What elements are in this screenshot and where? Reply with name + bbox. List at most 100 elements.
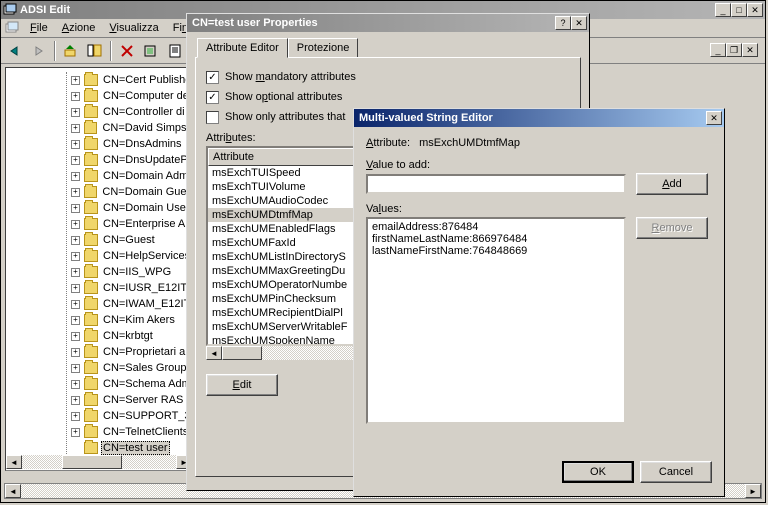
mdi-minimize[interactable]: _ [710, 43, 726, 57]
menu-actions[interactable]: Azione [55, 20, 103, 36]
close-button[interactable]: ✕ [747, 3, 763, 17]
tree-item[interactable]: +CN=Domain Gues [67, 184, 194, 200]
expand-icon[interactable]: + [71, 108, 80, 117]
value-item[interactable]: firstNameLastName:866976484 [370, 233, 622, 245]
expand-icon[interactable]: + [71, 412, 80, 421]
tree-item[interactable]: +CN=Schema Adm [67, 376, 194, 392]
tree-item[interactable]: +CN=Kim Akers [67, 312, 194, 328]
expand-icon[interactable]: + [71, 172, 80, 181]
maximize-button[interactable]: □ [731, 3, 747, 17]
expand-icon[interactable]: + [71, 92, 80, 101]
tree-item[interactable]: +CN=TelnetClients [67, 424, 194, 440]
tree-item[interactable]: +CN=test user [67, 440, 194, 456]
ok-button[interactable]: OK [562, 461, 634, 483]
attribute-item[interactable]: msExchUMRecipientDialPl [208, 306, 372, 320]
attribute-item[interactable]: msExchUMFaxId [208, 236, 372, 250]
close-button[interactable]: ✕ [706, 111, 722, 125]
mdi-restore[interactable]: ❐ [726, 43, 742, 57]
menu-view[interactable]: Visualizza [102, 20, 165, 36]
attribute-item[interactable]: msExchUMMaxGreetingDu [208, 264, 372, 278]
expand-icon[interactable]: + [71, 156, 80, 165]
value-item[interactable]: lastNameFirstName:764848669 [370, 245, 622, 257]
attribute-item[interactable]: msExchUMServerWritableF [208, 320, 372, 334]
attribute-item[interactable]: msExchUMEnabledFlags [208, 222, 372, 236]
expand-icon[interactable]: + [71, 220, 80, 229]
value-item[interactable]: emailAddress:876484 [370, 221, 622, 233]
tab-attribute-editor[interactable]: Attribute Editor [197, 38, 288, 58]
tree-item[interactable]: +CN=Cert Publishe [67, 72, 194, 88]
tab-protection[interactable]: Protezione [288, 38, 359, 57]
tree-item[interactable]: +CN=SUPPORT_3 [67, 408, 194, 424]
tree-item[interactable]: +CN=DnsUpdateP [67, 152, 194, 168]
menu-file[interactable]: File [23, 20, 55, 36]
expand-icon[interactable]: + [71, 188, 80, 197]
scroll-left-icon[interactable]: ◄ [206, 346, 222, 360]
expand-icon[interactable]: + [71, 428, 80, 437]
edit-button[interactable]: Edit [206, 374, 278, 396]
attribute-item[interactable]: msExchUMListInDirectoryS [208, 250, 372, 264]
close-button[interactable]: ✕ [571, 16, 587, 30]
expand-icon[interactable]: + [71, 268, 80, 277]
back-button[interactable] [4, 40, 26, 62]
chk-mandatory[interactable]: ✓ [206, 71, 219, 84]
tree-item[interactable]: +CN=HelpServices [67, 248, 194, 264]
refresh-button[interactable] [140, 40, 162, 62]
expand-icon[interactable]: + [71, 380, 80, 389]
tree-item[interactable]: +CN=IIS_WPG [67, 264, 194, 280]
expand-icon[interactable]: + [71, 124, 80, 133]
chk-optional[interactable]: ✓ [206, 91, 219, 104]
column-header-attribute[interactable]: Attribute [208, 148, 372, 166]
help-button[interactable]: ? [555, 16, 571, 30]
show-tree-button[interactable] [84, 40, 106, 62]
minimize-button[interactable]: _ [715, 3, 731, 17]
cancel-button[interactable]: Cancel [640, 461, 712, 483]
expand-icon[interactable]: + [71, 364, 80, 373]
scroll-thumb[interactable] [222, 346, 262, 360]
tree-item[interactable]: +CN=DnsAdmins [67, 136, 194, 152]
remove-button[interactable]: Remove [636, 217, 708, 239]
tree-item[interactable]: +CN=Computer de [67, 88, 194, 104]
scroll-thumb[interactable] [62, 455, 122, 469]
up-button[interactable] [60, 40, 82, 62]
expand-icon[interactable]: + [71, 76, 80, 85]
tree-item[interactable]: +CN=IWAM_E12IT [67, 296, 194, 312]
scroll-left-icon[interactable]: ◄ [5, 484, 21, 498]
tree-item[interactable]: +CN=Domain Admi [67, 168, 194, 184]
expand-icon[interactable]: + [71, 284, 80, 293]
tree-view[interactable]: +CN=Cert Publishe+CN=Computer de+CN=Cont… [5, 67, 195, 471]
tree-item[interactable]: +CN=IUSR_E12IT [67, 280, 194, 296]
expand-icon[interactable]: + [71, 348, 80, 357]
scroll-left-icon[interactable]: ◄ [6, 455, 22, 469]
expand-icon[interactable]: + [71, 396, 80, 405]
tree-item[interactable]: +CN=David Simpsc [67, 120, 194, 136]
attribute-item[interactable]: msExchTUIVolume [208, 180, 372, 194]
tree-hscrollbar[interactable]: ◄ ► [6, 455, 192, 469]
tree-item[interactable]: +CN=Server RAS [67, 392, 194, 408]
tree-item[interactable]: +CN=Controller di [67, 104, 194, 120]
scroll-right-icon[interactable]: ► [745, 484, 761, 498]
tree-item[interactable]: +CN=Enterprise A [67, 216, 194, 232]
attribute-item[interactable]: msExchUMPinChecksum [208, 292, 372, 306]
forward-button[interactable] [28, 40, 50, 62]
tree-item[interactable]: +CN=Sales Group [67, 360, 194, 376]
attr-hscrollbar[interactable]: ◄ ► [206, 346, 374, 360]
attribute-item[interactable]: msExchUMDtmfMap [208, 208, 372, 222]
chk-only-values[interactable] [206, 111, 219, 124]
expand-icon[interactable]: + [71, 236, 80, 245]
attributes-listbox[interactable]: Attribute msExchTUISpeedmsExchTUIVolume m… [206, 146, 374, 346]
attribute-item[interactable]: msExchTUISpeed [208, 166, 372, 180]
values-listbox[interactable]: emailAddress:876484firstNameLastName:866… [366, 217, 626, 424]
tree-item[interactable]: +CN=Proprietari a [67, 344, 194, 360]
attribute-item[interactable]: msExchUMSpokenName [208, 334, 372, 346]
tree-item[interactable]: +CN=Domain User [67, 200, 194, 216]
add-button[interactable]: Add [636, 173, 708, 195]
expand-icon[interactable]: + [71, 252, 80, 261]
value-to-add-input[interactable] [366, 174, 626, 194]
expand-icon[interactable]: + [71, 140, 80, 149]
properties-button[interactable] [164, 40, 186, 62]
expand-icon[interactable]: + [71, 300, 80, 309]
tree-item[interactable]: +CN=Guest [67, 232, 194, 248]
expand-icon[interactable]: + [71, 204, 80, 213]
tree-item[interactable]: +CN=krbtgt [67, 328, 194, 344]
mdi-close[interactable]: ✕ [742, 43, 758, 57]
